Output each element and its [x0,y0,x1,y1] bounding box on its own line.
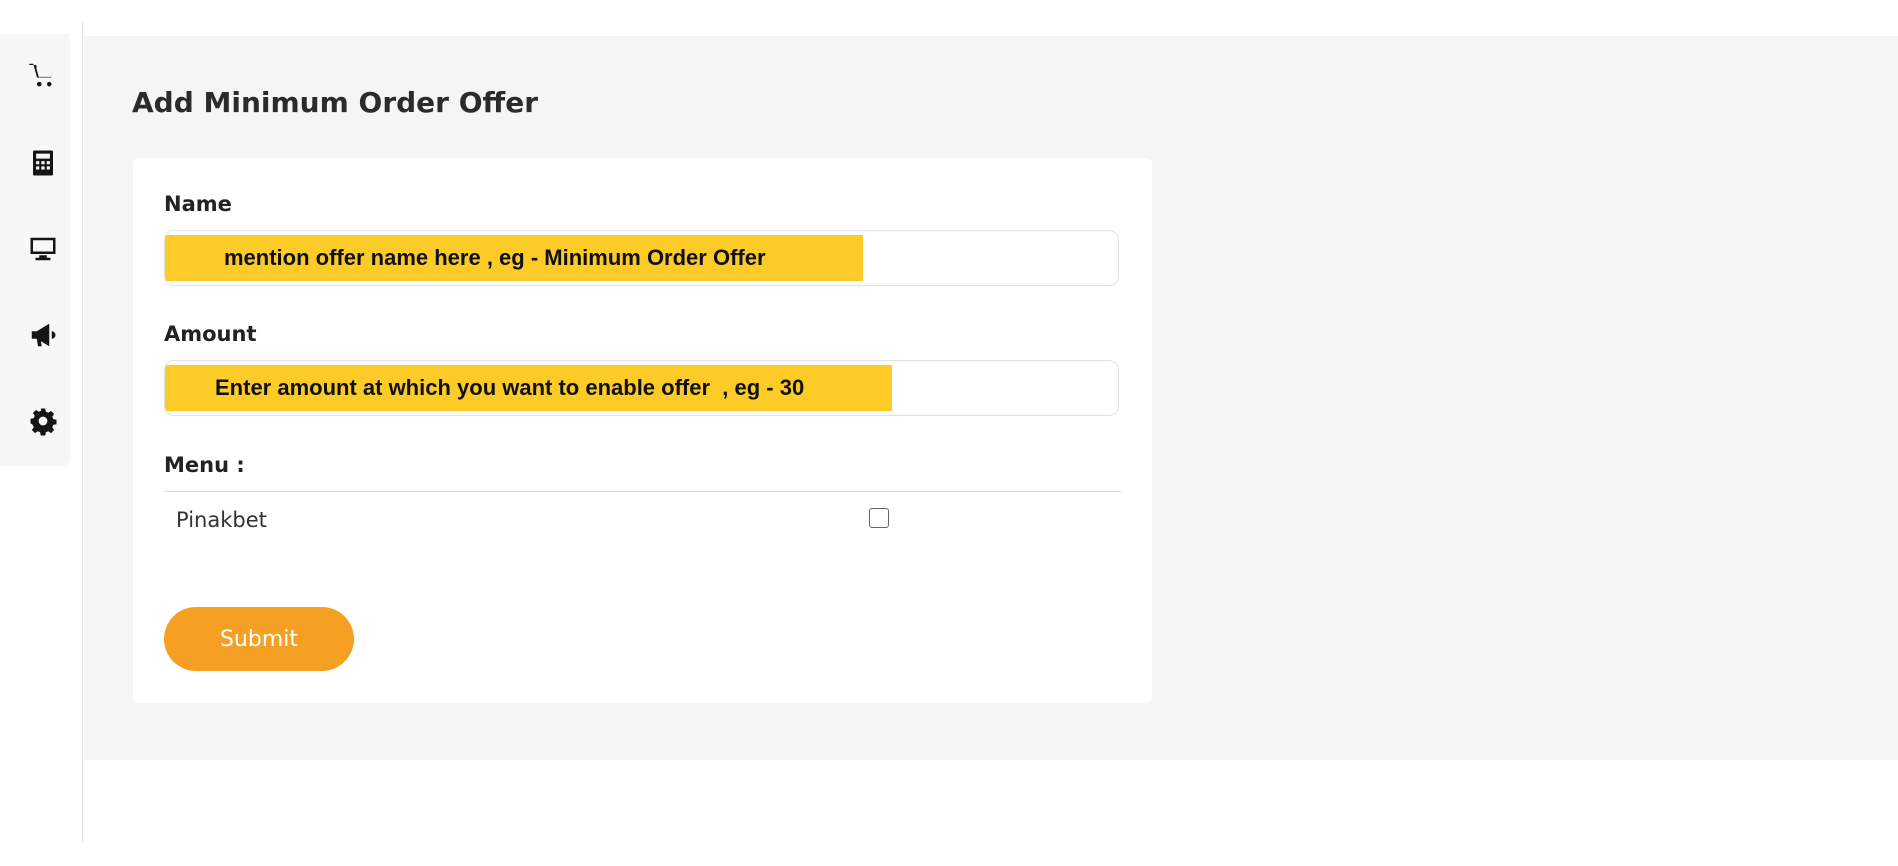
gear-icon [30,408,57,436]
name-label: Name [164,192,232,216]
megaphone-icon [31,323,56,347]
amount-input[interactable]: Enter amount at which you want to enable… [164,360,1119,416]
sidebar-item-settings[interactable] [26,404,60,438]
amount-label: Amount [164,322,257,346]
monitor-icon [30,237,56,261]
sidebar-item-monitor[interactable] [26,232,60,266]
sidebar-item-calculator[interactable] [26,146,60,180]
submit-button[interactable]: Submit [164,607,354,671]
sidebar-item-marketing[interactable] [26,318,60,352]
name-hint: mention offer name here , eg - Minimum O… [165,235,863,281]
menu-label: Menu : [164,453,245,477]
sidebar-item-cart[interactable] [26,58,60,92]
menu-item-checkbox[interactable] [869,508,889,528]
calculator-icon [33,150,53,176]
page-title: Add Minimum Order Offer [132,86,539,119]
name-input[interactable]: mention offer name here , eg - Minimum O… [164,230,1119,286]
amount-hint: Enter amount at which you want to enable… [165,365,892,411]
cart-icon [29,63,55,87]
sidebar [0,34,70,466]
menu-item-label: Pinakbet [176,508,267,532]
menu-divider [164,491,1121,492]
sidebar-divider [82,22,83,842]
offer-form-card: Name mention offer name here , eg - Mini… [133,158,1152,703]
